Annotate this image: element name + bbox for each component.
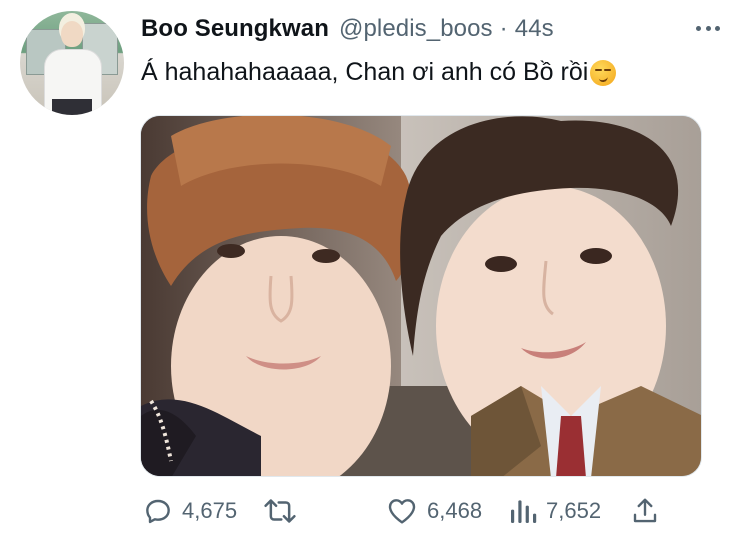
reply-count: 4,675 (182, 498, 238, 523)
avatar-person-legs (52, 99, 92, 115)
tweet-header: Boo Seungkwan @pledis_boos · 44s (141, 12, 554, 46)
author-name[interactable]: Boo Seungkwan (141, 15, 329, 43)
like-count: 6,468 (427, 498, 483, 523)
heart-icon (388, 499, 416, 524)
header-separator: · (499, 15, 508, 42)
views-button[interactable]: 7,652 (508, 493, 601, 529)
photo-illustration (141, 116, 701, 476)
smirking-face-emoji-icon (590, 59, 617, 86)
tweet-photo[interactable] (140, 115, 702, 477)
reply-icon (146, 499, 170, 524)
views-icon (511, 500, 537, 523)
share-icon (633, 498, 657, 523)
views-count: 7,652 (546, 498, 602, 523)
more-icon[interactable] (696, 18, 720, 38)
tweet-text-content: Á hahahahaaaaa, Chan ơi anh có Bồ rồi (141, 58, 589, 86)
retweet-icon (264, 499, 296, 523)
tweet-text: Á hahahahaaaaa, Chan ơi anh có Bồ rồi (141, 58, 617, 87)
avatar-person-head (61, 21, 83, 47)
tweet-timestamp[interactable]: 44s (515, 15, 554, 43)
reply-button[interactable]: 4,675 (142, 493, 237, 529)
author-handle[interactable]: @pledis_boos (339, 15, 493, 43)
tweet-actions: 4,675 6,468 7,652 (0, 493, 750, 529)
like-button[interactable]: 6,468 (385, 493, 482, 529)
share-button[interactable] (630, 493, 660, 529)
retweet-button[interactable] (263, 493, 305, 529)
author-avatar[interactable] (20, 11, 124, 115)
